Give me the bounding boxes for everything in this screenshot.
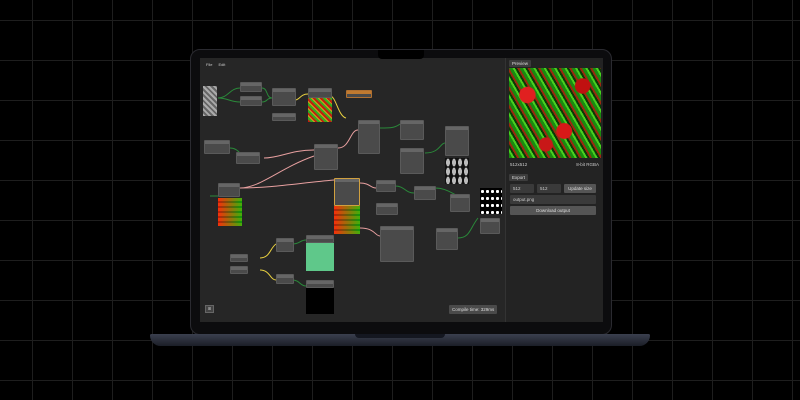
node[interactable] xyxy=(380,226,414,262)
node[interactable] xyxy=(306,235,334,243)
node[interactable] xyxy=(376,180,396,192)
camera-notch xyxy=(378,50,424,59)
node[interactable] xyxy=(480,218,500,234)
node[interactable] xyxy=(218,183,240,197)
filename-input[interactable]: output.png xyxy=(510,195,596,204)
node[interactable] xyxy=(414,186,436,200)
node[interactable] xyxy=(400,120,424,140)
node[interactable] xyxy=(314,144,338,170)
preview-tab[interactable]: Preview xyxy=(509,60,532,67)
node[interactable] xyxy=(240,96,262,106)
grid-toggle-button[interactable]: ⊞ xyxy=(205,305,214,313)
export-height-input[interactable]: 512 xyxy=(537,184,561,193)
node[interactable] xyxy=(204,140,230,154)
output-node[interactable] xyxy=(346,90,372,98)
texture-arrows-thumb xyxy=(480,188,502,214)
node[interactable] xyxy=(240,82,262,92)
node-editor-screen: File Edit ⊞ Compile time: 329ms Preview xyxy=(200,58,603,322)
node[interactable] xyxy=(400,148,424,174)
export-tab[interactable]: Export xyxy=(509,174,529,181)
compile-time-status: Compile time: 329ms xyxy=(449,305,498,314)
preview-resolution: 512x512 xyxy=(510,162,528,167)
texture-noise-thumb xyxy=(203,86,217,116)
texture-red-green-thumb xyxy=(308,98,332,122)
node[interactable] xyxy=(306,280,334,288)
texture-green-thumb xyxy=(306,243,334,271)
node[interactable] xyxy=(272,113,296,121)
download-output-button[interactable]: Download output xyxy=(510,206,596,215)
texture-pattern-thumb xyxy=(445,158,469,184)
node[interactable] xyxy=(308,88,332,98)
node[interactable] xyxy=(276,238,294,252)
selected-node[interactable] xyxy=(334,178,360,206)
node[interactable] xyxy=(236,152,260,164)
preview-format: 8-bit RGBA xyxy=(576,162,599,167)
side-panel: Preview 512x512 8-bit RGBA Export 512 51… xyxy=(505,58,603,322)
texture-gradient-thumb xyxy=(218,198,242,226)
update-size-button[interactable]: Update size xyxy=(564,184,596,193)
node[interactable] xyxy=(445,126,469,156)
node[interactable] xyxy=(450,194,470,212)
laptop-base xyxy=(150,334,650,346)
node[interactable] xyxy=(230,254,248,262)
preview-image xyxy=(509,68,601,158)
texture-gradient-thumb-2 xyxy=(334,206,360,234)
node[interactable] xyxy=(358,120,380,154)
node[interactable] xyxy=(436,228,458,250)
texture-black-thumb xyxy=(306,288,334,314)
export-width-input[interactable]: 512 xyxy=(510,184,534,193)
node[interactable] xyxy=(230,266,248,274)
node[interactable] xyxy=(276,274,294,284)
node[interactable] xyxy=(376,203,398,215)
node[interactable] xyxy=(272,88,296,106)
